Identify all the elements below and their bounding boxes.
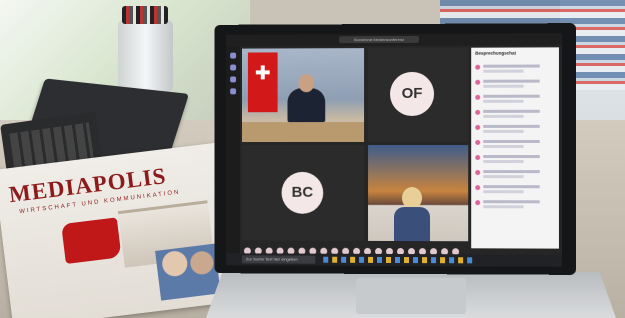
taskbar-search-input[interactable]: Zur Suche Text hier eingeben — [241, 255, 316, 264]
user-avatar-icon — [475, 124, 481, 130]
speaker-desk — [241, 122, 365, 143]
pens — [122, 6, 168, 24]
pen-cup — [118, 6, 173, 92]
trackpad — [356, 278, 466, 314]
video-tile-bc[interactable]: BC — [241, 145, 365, 241]
chat-message — [475, 109, 546, 119]
chat-messages — [471, 63, 546, 214]
user-avatar-icon — [475, 94, 481, 100]
chat-message — [475, 79, 546, 89]
user-avatar-icon — [475, 200, 481, 206]
app-left-rail — [226, 46, 241, 266]
video-tile-woman[interactable] — [368, 144, 469, 242]
taskbar-app-icons[interactable] — [323, 256, 474, 264]
woman-person — [394, 187, 431, 242]
user-avatar-icon — [475, 185, 481, 191]
woman-body — [394, 207, 431, 242]
chat-message — [475, 184, 546, 194]
chat-message — [475, 139, 546, 149]
woman-hair — [401, 187, 423, 210]
laptop-screen-bezel: Bundesrat Medienkonferenz OF BC Besprech… — [214, 23, 577, 275]
desk-scene: MEDIAPOLIS WIRTSCHAFT UND KOMMUNIKATION … — [0, 0, 625, 318]
user-avatar-icon — [475, 155, 481, 161]
people-photo — [155, 243, 221, 301]
participant-avatar-of: OF — [390, 71, 435, 117]
chat-message — [475, 199, 546, 209]
user-avatar-icon — [475, 139, 481, 145]
participant-strip — [242, 242, 469, 256]
laptop-base — [206, 272, 616, 318]
chat-message — [475, 124, 546, 134]
participant-avatar-bc: BC — [281, 171, 324, 214]
meeting-chat-panel: Besprechungschat — [471, 47, 559, 249]
puzzle-graphic — [61, 217, 122, 264]
speaker-person — [287, 88, 326, 123]
user-avatar-icon — [475, 170, 481, 176]
chat-icon[interactable] — [230, 64, 237, 71]
user-avatar-icon — [475, 79, 481, 85]
meeting-top-bar: Bundesrat Medienkonferenz — [226, 33, 562, 47]
user-avatar-icon — [475, 64, 481, 70]
teams-icon[interactable] — [230, 76, 237, 83]
calendar-icon[interactable] — [230, 88, 237, 95]
magazine: MEDIAPOLIS WIRTSCHAFT UND KOMMUNIKATION — [0, 142, 236, 318]
meeting-window-title: Bundesrat Medienkonferenz — [339, 35, 420, 44]
swiss-flag — [247, 52, 278, 113]
chat-message — [475, 154, 546, 164]
video-call-screen: Bundesrat Medienkonferenz OF BC Besprech… — [226, 33, 562, 267]
chat-message — [475, 169, 546, 179]
chat-message — [475, 94, 546, 104]
user-avatar-icon — [475, 109, 481, 115]
video-tile-speaker[interactable] — [241, 48, 365, 143]
chat-panel-title: Besprechungschat — [475, 50, 517, 56]
activity-icon[interactable] — [230, 52, 237, 59]
chat-message — [475, 63, 546, 73]
windows-taskbar: Zur Suche Text hier eingeben — [226, 253, 562, 267]
video-tile-of[interactable]: OF — [368, 47, 469, 143]
